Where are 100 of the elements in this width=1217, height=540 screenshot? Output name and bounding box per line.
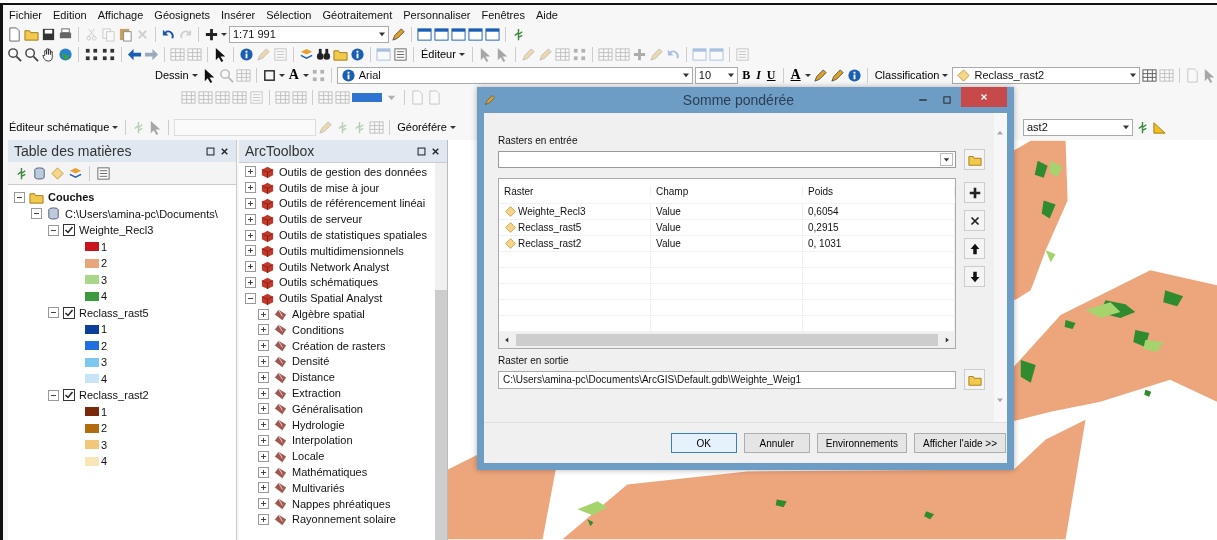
toolset-icon[interactable]: [273, 401, 288, 417]
expand-toggle[interactable]: [258, 450, 269, 462]
back-arrow-icon[interactable]: [127, 46, 142, 62]
toolset-item[interactable]: Hydrologie: [292, 418, 345, 431]
georeferencing-layer-combo[interactable]: ast2: [1023, 118, 1133, 136]
expand-toggle[interactable]: [258, 371, 269, 383]
collapse-toggle[interactable]: [31, 208, 42, 220]
input-rasters-combo[interactable]: [498, 151, 956, 168]
collapse-toggle[interactable]: [48, 389, 59, 401]
menu-item[interactable]: Affichage: [97, 8, 144, 21]
menu-item[interactable]: Aide: [535, 8, 558, 21]
expand-toggle[interactable]: [258, 308, 269, 320]
schematic-editor-menu[interactable]: Éditeur schématique: [7, 121, 121, 133]
ruler-icon[interactable]: [1152, 119, 1167, 135]
list-icon[interactable]: [393, 46, 408, 62]
toolset-icon[interactable]: [273, 322, 288, 338]
restore-icon[interactable]: [205, 145, 216, 157]
bold-button[interactable]: B: [740, 67, 753, 83]
expand-toggle[interactable]: [258, 434, 269, 446]
window-icon[interactable]: [485, 26, 500, 42]
color-swatch[interactable]: [352, 92, 382, 102]
layer-checkbox[interactable]: [63, 224, 75, 237]
toolbox-icon[interactable]: [260, 243, 275, 259]
layer-name[interactable]: Reclass_rast2: [79, 389, 149, 402]
georeferencing-menu[interactable]: Géoréfére: [395, 121, 458, 133]
toolbox-item[interactable]: Outils schématiques: [279, 276, 379, 289]
toolset-item[interactable]: Distance: [292, 371, 335, 384]
toolset-item[interactable]: Conditions: [292, 323, 344, 336]
layers-group-label[interactable]: Couches: [48, 191, 95, 204]
scrollbar-thumb[interactable]: [516, 334, 938, 346]
underline-button[interactable]: U: [764, 67, 778, 83]
show-help-button[interactable]: Afficher l'aide >>: [914, 433, 1006, 453]
toolbox-icon[interactable]: [260, 180, 275, 196]
layers-icon[interactable]: [299, 46, 314, 62]
toolbox-item[interactable]: Outils de gestion des données: [279, 165, 427, 178]
expand-toggle[interactable]: [245, 213, 256, 225]
menu-item[interactable]: Edition: [53, 8, 87, 21]
expand-toggle[interactable]: [245, 182, 256, 194]
expand-toggle[interactable]: [258, 498, 269, 510]
menu-item[interactable]: Personnaliser: [403, 8, 471, 21]
toolset-item[interactable]: Densité: [292, 355, 330, 368]
toolset-icon[interactable]: [273, 480, 288, 496]
font-combo[interactable]: Arial: [336, 66, 693, 84]
zoom-out-icon[interactable]: [24, 46, 39, 62]
globe-icon[interactable]: [58, 46, 73, 62]
window-icon[interactable]: [417, 26, 432, 42]
options-icon[interactable]: [96, 165, 111, 181]
toolset-item[interactable]: Rayonnement solaire: [292, 513, 396, 526]
editor-menu[interactable]: Éditeur: [419, 48, 467, 60]
zoom-in-icon[interactable]: [7, 46, 22, 62]
grid-icon[interactable]: [1142, 67, 1157, 83]
toolbox-item[interactable]: Outils Network Analyst: [279, 260, 390, 273]
draw-menu[interactable]: Dessin: [153, 69, 200, 81]
font-color-button[interactable]: A: [788, 67, 803, 83]
menu-item[interactable]: Fichier: [9, 8, 42, 21]
menu-item[interactable]: Fenêtres: [481, 8, 525, 21]
expand-toggle[interactable]: [245, 166, 256, 178]
toolset-icon[interactable]: [273, 496, 288, 512]
toolbox-item[interactable]: Outils Spatial Analyst: [279, 292, 383, 305]
toolset-item[interactable]: Locale: [292, 450, 325, 463]
expand-toggle[interactable]: [258, 466, 269, 478]
binoculars-icon[interactable]: [316, 46, 331, 62]
ok-button[interactable]: OK: [670, 433, 737, 453]
layer-combo[interactable]: Reclass_rast2: [952, 66, 1140, 84]
expand-toggle[interactable]: [258, 513, 269, 525]
expand-toggle[interactable]: [245, 276, 256, 288]
expand-toggle[interactable]: [245, 198, 256, 209]
dropdown-caret-icon[interactable]: [940, 153, 953, 166]
info-icon[interactable]: [350, 46, 365, 62]
scrollbar-thumb[interactable]: [435, 290, 447, 540]
cancel-button[interactable]: Annuler: [743, 433, 810, 453]
toolset-item[interactable]: Mathématiques: [292, 466, 368, 479]
expand-toggle[interactable]: [258, 419, 269, 431]
environments-button[interactable]: Environnements: [816, 433, 907, 453]
rectangle-icon[interactable]: [261, 67, 277, 83]
extent-icon[interactable]: [101, 46, 116, 62]
layer-name[interactable]: Reclass_rast5: [79, 306, 149, 319]
expand-toggle[interactable]: [258, 324, 269, 336]
toolset-icon[interactable]: [273, 338, 288, 354]
window-icon[interactable]: [434, 26, 449, 42]
menu-item[interactable]: Géosignets: [154, 8, 210, 21]
toolset-item[interactable]: Création de rasters: [292, 339, 386, 352]
clipboard-icon[interactable]: [118, 26, 133, 42]
toolset-item[interactable]: Interpolation: [292, 434, 353, 447]
toolbox-item[interactable]: Outils de mise à jour: [279, 181, 380, 194]
expand-toggle[interactable]: [258, 355, 269, 367]
extent-icon[interactable]: [84, 46, 99, 62]
data-path[interactable]: C:\Users\amina-pc\Documents\: [65, 207, 218, 220]
toolset-item[interactable]: Nappes phréatiques: [292, 497, 391, 510]
plus-icon[interactable]: [204, 26, 219, 42]
expand-toggle[interactable]: [258, 340, 269, 352]
toolbox-item[interactable]: Outils multidimensionnels: [279, 244, 404, 257]
collapse-toggle[interactable]: [48, 224, 59, 236]
expand-toggle[interactable]: [245, 245, 256, 257]
toolbox-icon[interactable]: [260, 259, 275, 275]
font-size-combo[interactable]: 10: [694, 66, 739, 84]
toolbox-icon[interactable]: [260, 164, 275, 180]
horizontal-scrollbar[interactable]: [499, 332, 955, 348]
pan-icon[interactable]: [41, 46, 56, 62]
scrollbar[interactable]: [435, 163, 447, 540]
